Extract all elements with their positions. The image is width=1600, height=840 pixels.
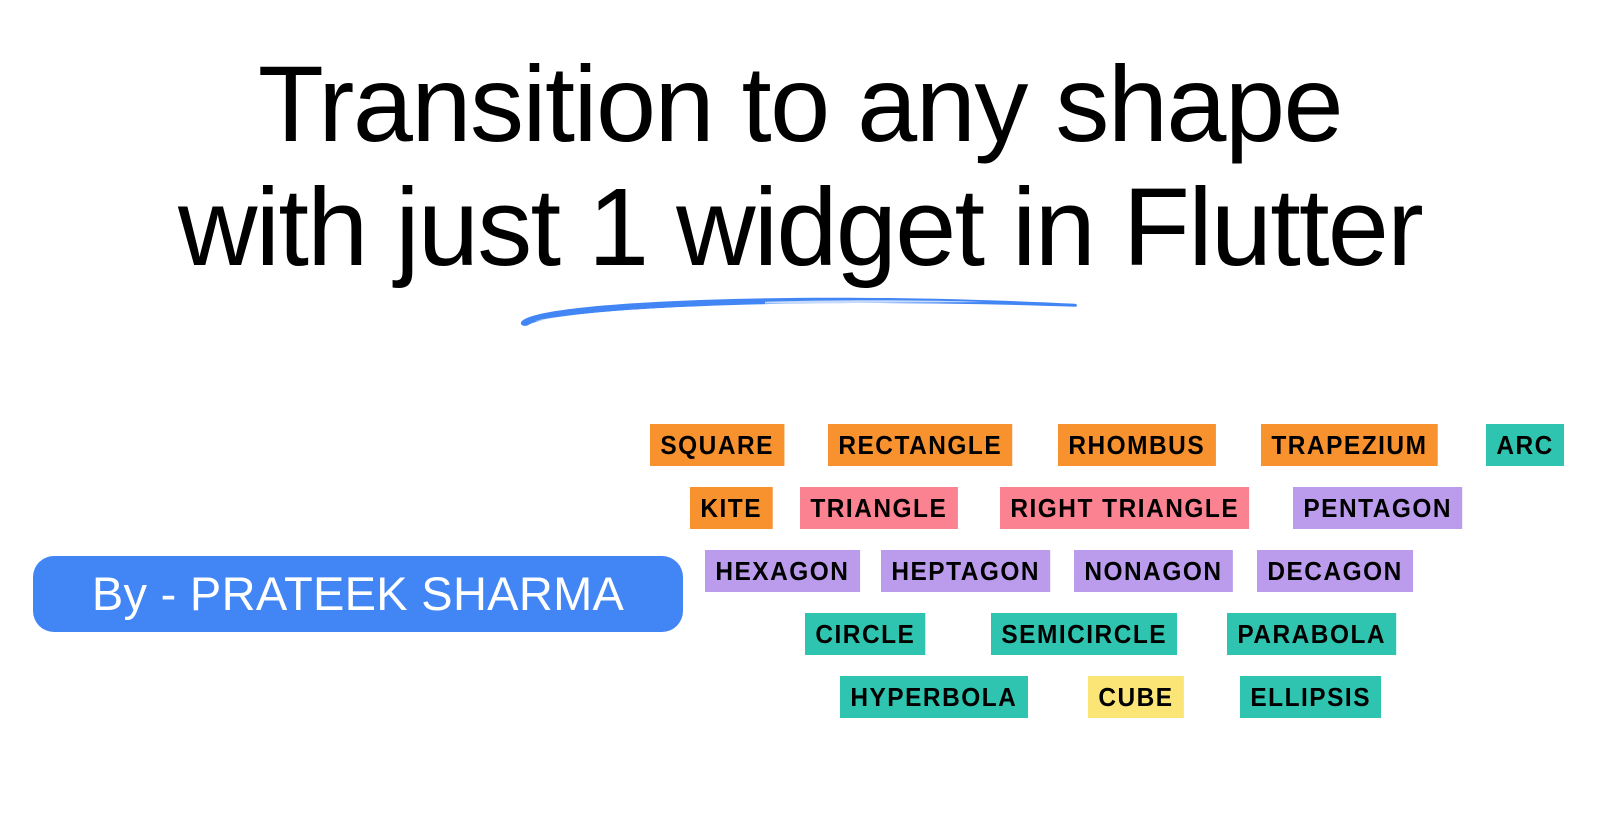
shape-tag[interactable]: CUBE — [1087, 676, 1184, 718]
shape-tag[interactable]: HEXAGON — [705, 550, 860, 592]
shape-tag[interactable]: DECAGON — [1256, 550, 1414, 592]
shape-tag-row: KITE TRIANGLE RIGHT TRIANGLE PENTAGON — [640, 487, 1600, 529]
shape-tag[interactable]: SEMICIRCLE — [991, 613, 1178, 655]
shape-tag-row: SQUARE RECTANGLE RHOMBUS TRAPEZIUM ARC — [640, 424, 1570, 466]
shape-tag[interactable]: HYPERBOLA — [840, 676, 1028, 718]
blue-brush-underline-icon — [520, 297, 1078, 326]
shape-tag[interactable]: RHOMBUS — [1058, 424, 1216, 466]
shape-tag[interactable]: ARC — [1485, 424, 1564, 466]
shape-tag-row: CIRCLE SEMICIRCLE PARABOLA — [640, 613, 1600, 655]
title-line-1: Transition to any shape — [257, 43, 1344, 164]
presentation-slide: Transition to any shape with just 1 widg… — [0, 0, 1600, 840]
shape-tag[interactable]: KITE — [690, 487, 773, 529]
shape-tag[interactable]: PENTAGON — [1292, 487, 1463, 529]
shape-tag[interactable]: TRAPEZIUM — [1260, 424, 1438, 466]
shape-tag[interactable]: PARABOLA — [1226, 613, 1397, 655]
shape-tag[interactable]: RIGHT TRIANGLE — [1000, 487, 1250, 529]
author-name-label: By - PRATEEK SHARMA — [91, 567, 625, 620]
shape-tag[interactable]: CIRCLE — [805, 613, 926, 655]
shape-tag-cloud: SQUARE RECTANGLE RHOMBUS TRAPEZIUM ARC KITE TR… — [640, 424, 1564, 724]
page-title: Transition to any shape with just 1 widg… — [0, 42, 1600, 290]
shape-tag-row: HYPERBOLA CUBE ELLIPSIS — [640, 676, 1600, 718]
shape-tag[interactable]: RECTANGLE — [827, 424, 1013, 466]
shape-tag-row: HEXAGON HEPTAGON NONAGON DECAGON — [640, 550, 1600, 592]
shape-tag[interactable]: ELLIPSIS — [1239, 676, 1382, 718]
shape-tag[interactable]: TRIANGLE — [799, 487, 958, 529]
shape-tag[interactable]: SQUARE — [650, 424, 785, 466]
title-line-2: with just 1 widget in Flutter — [178, 166, 1424, 289]
author-badge[interactable]: By - PRATEEK SHARMA — [33, 556, 683, 632]
shape-tag[interactable]: NONAGON — [1073, 550, 1233, 592]
shape-tag[interactable]: HEPTAGON — [880, 550, 1051, 592]
